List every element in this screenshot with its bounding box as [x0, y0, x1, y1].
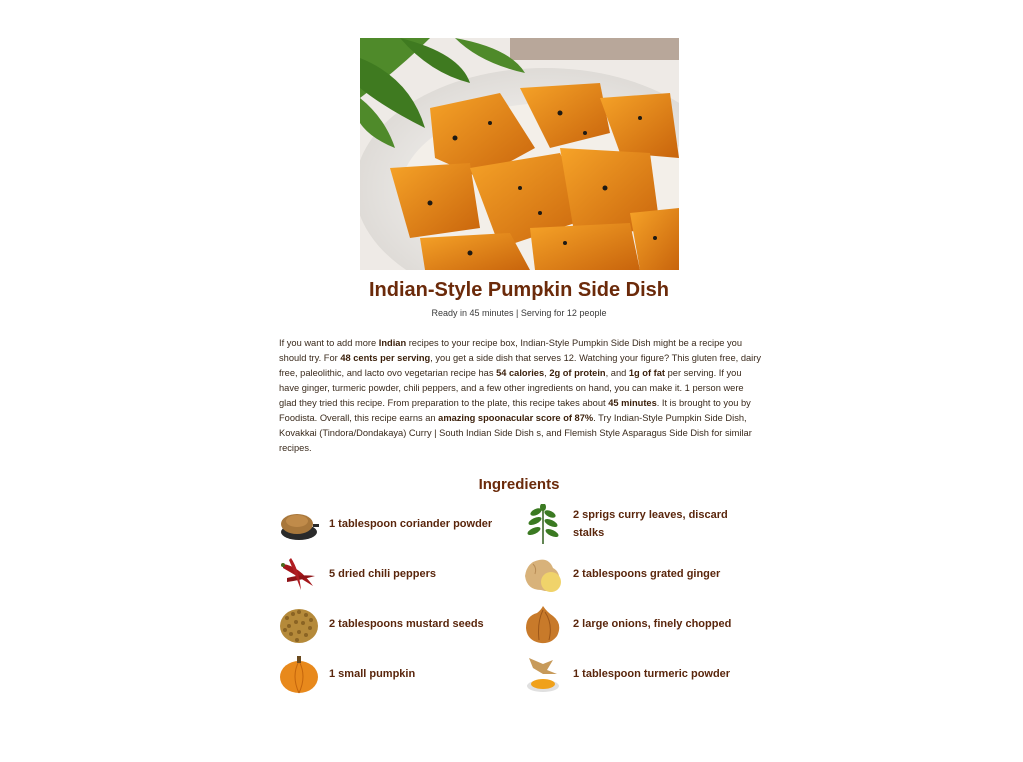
- recipe-page: Indian-Style Pumpkin Side Dish Ready in …: [0, 0, 1023, 762]
- ingredient-item: 1 small pumpkin: [279, 654, 415, 694]
- ingredient-name: 2 large onions, finely chopped: [573, 618, 732, 630]
- ingredient-name: 2 sprigs curry leaves, discard stalks: [573, 509, 728, 539]
- ingredients-heading: Ingredients: [478, 476, 560, 493]
- ingredient-item: 2 sprigs curry leaves, discard stalks: [523, 503, 743, 544]
- recipe-summary: If you want to add more Indian recipes t…: [279, 336, 761, 456]
- mustard-seeds-icon: [279, 604, 319, 644]
- recipe-photo: [360, 38, 679, 270]
- ingredient-item: 2 tablespoons mustard seeds: [279, 604, 484, 644]
- recipe-title: Indian-Style Pumpkin Side Dish: [368, 279, 670, 301]
- ingredient-item: 2 large onions, finely chopped: [523, 604, 731, 644]
- onion-icon: [523, 604, 563, 644]
- ingredient-item: 5 dried chili peppers: [279, 554, 436, 594]
- summary-text: , and: [605, 368, 629, 378]
- ingredient-name: 1 tablespoon coriander powder: [329, 518, 493, 530]
- summary-text: If you want to add more: [279, 338, 379, 348]
- ginger-icon: [523, 554, 563, 594]
- ingredient-name: 2 tablespoons grated ginger: [573, 568, 721, 580]
- ingredient-item: 2 tablespoons grated ginger: [523, 554, 720, 594]
- ingredient-name: 5 dried chili peppers: [329, 568, 436, 580]
- ingredient-name: 2 tablespoons mustard seeds: [329, 618, 484, 630]
- ingredient-item: 1 tablespoon turmeric powder: [523, 654, 730, 694]
- turmeric-icon: [523, 654, 563, 694]
- summary-highlight: 2g of protein: [549, 368, 606, 378]
- coriander-powder-icon: [279, 504, 319, 544]
- recipe-meta: Ready in 45 minutes | Serving for 12 peo…: [431, 308, 607, 318]
- chili-peppers-icon: [279, 554, 319, 594]
- summary-highlight: 1g of fat: [628, 368, 666, 378]
- ingredient-name: 1 small pumpkin: [329, 668, 416, 680]
- summary-highlight: 48 cents per serving: [340, 353, 431, 363]
- summary-highlight: 45 minutes: [608, 398, 657, 408]
- summary-highlight: 54 calories: [496, 368, 545, 378]
- curry-leaves-icon: [523, 503, 563, 544]
- ingredient-item: 1 tablespoon coriander powder: [279, 504, 492, 544]
- summary-highlight: Indian: [378, 338, 407, 348]
- summary-highlight: amazing spoonacular score of 87%: [438, 413, 594, 423]
- pumpkin-icon: [279, 654, 319, 694]
- ingredient-name: 1 tablespoon turmeric powder: [573, 668, 731, 680]
